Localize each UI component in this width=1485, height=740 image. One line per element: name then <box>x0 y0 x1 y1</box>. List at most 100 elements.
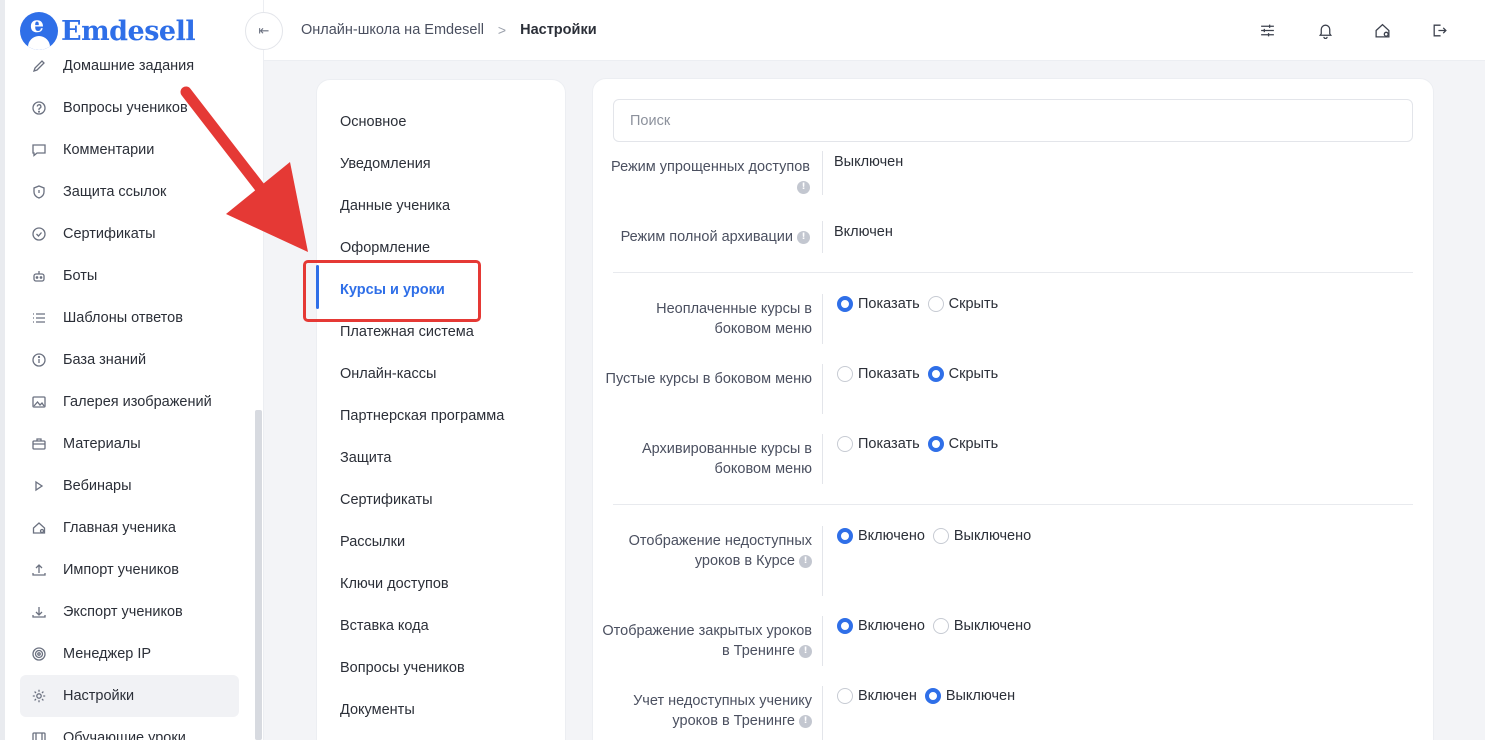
sidebar-item-tutorials[interactable]: Обучающие уроки <box>20 717 239 740</box>
bell-icon[interactable] <box>1316 21 1334 39</box>
radio-button[interactable] <box>837 528 853 544</box>
settings-menu-item[interactable]: Защита <box>340 450 391 466</box>
radio-option-on[interactable]: Включено <box>837 618 925 634</box>
radio-button[interactable] <box>837 366 853 382</box>
radio-option-hide[interactable]: Скрыть <box>927 436 998 452</box>
setting-label: Режим упрощенных доступов! <box>611 159 810 194</box>
radio-button[interactable] <box>837 296 853 312</box>
badge-check-icon <box>31 226 47 242</box>
radio-option-off[interactable]: Выключено <box>932 528 1031 544</box>
info-circle-icon <box>31 352 47 368</box>
divider <box>822 526 823 596</box>
radio-option-off[interactable]: Выключен <box>924 688 1015 704</box>
sidebar-item-bots[interactable]: Боты <box>20 255 239 297</box>
sliders-icon[interactable] <box>1258 21 1276 39</box>
settings-menu-item[interactable]: Документы <box>340 702 415 718</box>
settings-menu-item[interactable]: Ключи доступов <box>340 576 449 592</box>
top-header: ⇤ Онлайн-школа на Emdesell > Настройки <box>245 0 1485 61</box>
sidebar-item-label: Импорт учеников <box>63 562 179 578</box>
setting-label: Отображение закрытых уроков в Тренинге! <box>602 623 812 659</box>
setting-label: Режим полной архивации! <box>600 227 810 247</box>
home-settings-icon[interactable] <box>1373 21 1391 39</box>
info-icon[interactable]: ! <box>799 714 812 728</box>
sidebar-scrollbar[interactable] <box>255 410 262 740</box>
sidebar-item-label: Менеджер IP <box>63 646 152 662</box>
settings-menu-item[interactable]: Основное <box>340 114 406 130</box>
radio-option-hide[interactable]: Скрыть <box>927 296 998 312</box>
sidebar-item-templates[interactable]: Шаблоны ответов <box>20 297 239 339</box>
radio-group: Включен Выключен <box>837 688 1023 704</box>
sidebar-item-label: Галерея изображений <box>63 394 212 410</box>
setting-label: Пустые курсы в боковом меню <box>605 371 812 387</box>
radio-button[interactable] <box>837 618 853 634</box>
radio-option-show[interactable]: Показать <box>837 436 920 452</box>
target-icon <box>31 646 47 662</box>
breadcrumb: Онлайн-школа на Emdesell > Настройки <box>301 22 597 38</box>
sidebar-item-label: Материалы <box>63 436 141 452</box>
settings-menu-item[interactable]: Рассылки <box>340 534 405 550</box>
upload-icon <box>31 562 47 578</box>
search-input[interactable] <box>613 99 1413 142</box>
sidebar-item-label: Обучающие уроки <box>63 730 186 740</box>
download-icon <box>31 604 47 620</box>
settings-menu-item[interactable]: Уведомления <box>340 156 431 172</box>
divider <box>822 364 823 414</box>
settings-menu-item[interactable]: Сертификаты <box>340 492 433 508</box>
breadcrumb-parent[interactable]: Онлайн-школа на Emdesell <box>301 22 484 38</box>
sidebar-item-export[interactable]: Экспорт учеников <box>20 591 239 633</box>
divider <box>822 616 823 666</box>
sidebar-item-certificates[interactable]: Сертификаты <box>20 213 239 255</box>
sidebar-item-label: База знаний <box>63 352 147 368</box>
sidebar-edge <box>0 0 5 740</box>
radio-group: Показать Скрыть <box>837 366 1006 382</box>
radio-button[interactable] <box>932 528 949 544</box>
collapse-sidebar-button[interactable]: ⇤ <box>245 12 283 50</box>
info-icon[interactable]: ! <box>797 180 810 194</box>
radio-option-show[interactable]: Показать <box>837 296 920 312</box>
sidebar-item-knowledge-base[interactable]: База знаний <box>20 339 239 381</box>
sidebar-item-ip-manager[interactable]: Менеджер IP <box>20 633 239 675</box>
setting-value: Выключен <box>834 154 904 170</box>
logout-icon[interactable] <box>1430 21 1448 39</box>
radio-group: Включено Выключено <box>837 618 1039 634</box>
gear-icon <box>31 688 47 704</box>
radio-button[interactable] <box>927 436 944 452</box>
radio-button[interactable] <box>837 688 853 704</box>
sidebar-item-webinars[interactable]: Вебинары <box>20 465 239 507</box>
settings-menu-item[interactable]: Платежная система <box>340 324 474 340</box>
settings-menu-item[interactable]: Онлайн-кассы <box>340 366 436 382</box>
radio-option-on[interactable]: Включен <box>837 688 917 704</box>
sidebar-item-settings[interactable]: Настройки <box>20 675 239 717</box>
settings-menu-item[interactable]: Вставка кода <box>340 618 429 634</box>
sidebar-item-questions[interactable]: Вопросы учеников <box>20 87 239 129</box>
sidebar-item-gallery[interactable]: Галерея изображений <box>20 381 239 423</box>
radio-button[interactable] <box>927 296 944 312</box>
info-icon[interactable]: ! <box>799 644 812 658</box>
info-icon[interactable]: ! <box>797 230 810 244</box>
sidebar-item-comments[interactable]: Комментарии <box>20 129 239 171</box>
sidebar-item-label: Настройки <box>63 688 135 704</box>
radio-button[interactable] <box>927 366 944 382</box>
radio-button[interactable] <box>932 618 949 634</box>
sidebar-item-homework[interactable]: Домашние задания <box>20 45 239 87</box>
question-circle-icon <box>31 100 47 116</box>
settings-menu-item[interactable]: Партнерская программа <box>340 408 504 424</box>
radio-option-off[interactable]: Выключено <box>932 618 1031 634</box>
settings-menu-item[interactable]: Вопросы учеников <box>340 660 465 676</box>
radio-button[interactable] <box>924 688 941 704</box>
setting-label: Архивированные курсы в боковом меню <box>641 441 812 477</box>
radio-option-hide[interactable]: Скрыть <box>927 366 998 382</box>
sidebar-item-materials[interactable]: Материалы <box>20 423 239 465</box>
settings-menu-item[interactable]: Данные ученика <box>340 198 450 214</box>
radio-option-on[interactable]: Включено <box>837 528 925 544</box>
radio-option-show[interactable]: Показать <box>837 366 920 382</box>
radio-group: Включено Выключено <box>837 528 1039 544</box>
annotation-highlight-box <box>303 260 481 322</box>
settings-menu-item[interactable]: Оформление <box>340 240 430 256</box>
sidebar-item-link-protection[interactable]: Защита ссылок <box>20 171 239 213</box>
sidebar-item-label: Экспорт учеников <box>63 604 183 620</box>
info-icon[interactable]: ! <box>799 554 812 568</box>
sidebar-item-student-home[interactable]: Главная ученика <box>20 507 239 549</box>
sidebar-item-import[interactable]: Импорт учеников <box>20 549 239 591</box>
radio-button[interactable] <box>837 436 853 452</box>
